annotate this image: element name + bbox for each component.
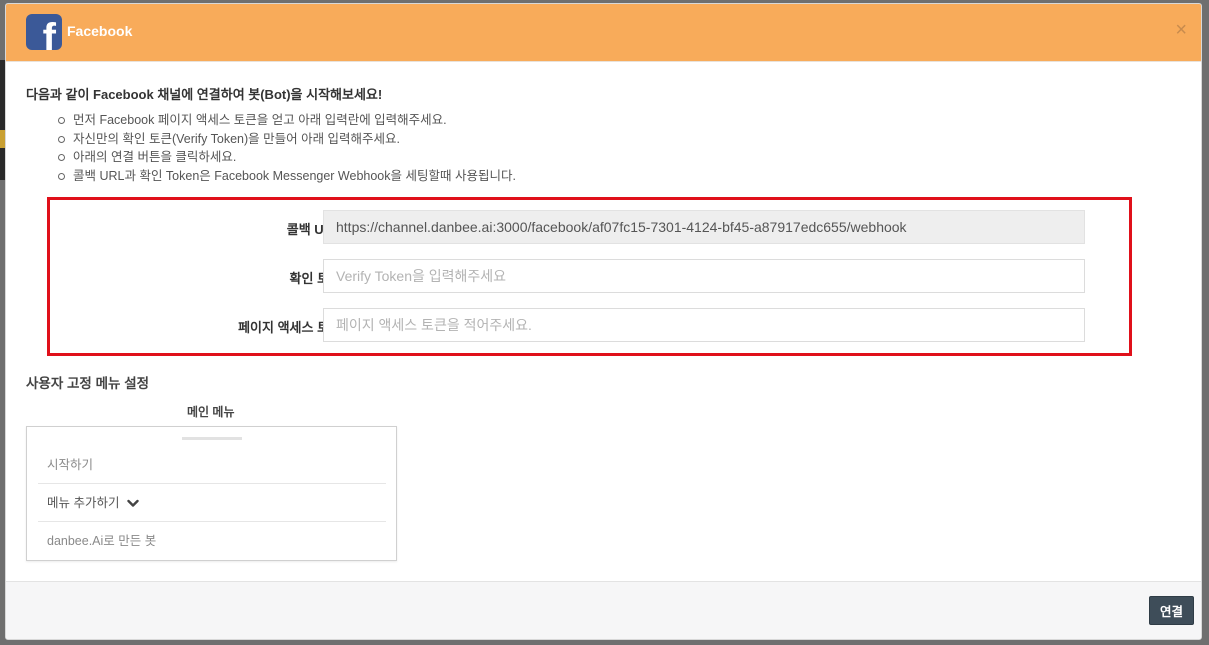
access-token-row: 페이지 액세스 토큰 xyxy=(50,308,1129,342)
modal-body: 다음과 같이 Facebook 채널에 연결하여 봇(Bot)을 시작해보세요!… xyxy=(6,62,1201,582)
verify-token-input[interactable] xyxy=(323,259,1085,293)
facebook-logo-letter: f xyxy=(42,16,56,50)
intro-item: 콜백 URL과 확인 Token은 Facebook Messenger Web… xyxy=(58,167,1181,186)
modal-footer: 연결 xyxy=(6,581,1201,639)
menu-item-label: 메뉴 추가하기 xyxy=(47,496,120,510)
intro-item: 자신만의 확인 토큰(Verify Token)을 만들어 아래 입력해주세요. xyxy=(58,130,1181,149)
chevron-down-icon[interactable] xyxy=(127,499,139,508)
connect-button[interactable]: 연결 xyxy=(1149,596,1194,625)
intro-item: 아래의 연결 버튼을 클릭하세요. xyxy=(58,148,1181,167)
persistent-menu-title: 사용자 고정 메뉴 설정 xyxy=(26,376,150,391)
menu-item-start[interactable]: 시작하기 xyxy=(38,446,386,484)
intro-list: 먼저 Facebook 페이지 액세스 토큰을 얻고 아래 입력란에 입력해주세… xyxy=(58,111,1181,186)
facebook-channel-modal: f Facebook × 다음과 같이 Facebook 채널에 연결하여 봇(… xyxy=(5,3,1202,640)
modal-title: Facebook xyxy=(67,23,133,39)
intro-title: 다음과 같이 Facebook 채널에 연결하여 봇(Bot)을 시작해보세요! xyxy=(26,87,383,102)
menu-item-danbee[interactable]: danbee.Ai로 만든 봇 xyxy=(38,522,386,560)
facebook-logo-icon: f xyxy=(26,14,62,50)
close-icon[interactable]: × xyxy=(1175,20,1187,40)
modal-header: f Facebook × xyxy=(6,4,1201,62)
token-form-highlight: 콜백 URL 확인 토큰 페이지 액세스 토큰 xyxy=(47,197,1132,356)
main-menu-box: 시작하기 메뉴 추가하기 danbee.Ai로 만든 봇 xyxy=(26,426,397,561)
access-token-input[interactable] xyxy=(323,308,1085,342)
main-menu-title: 메인 메뉴 xyxy=(187,405,235,419)
menu-item-add[interactable]: 메뉴 추가하기 xyxy=(38,484,386,522)
menu-item-label: 시작하기 xyxy=(47,458,94,472)
menu-item-label: danbee.Ai로 만든 봇 xyxy=(47,534,157,548)
callback-url-row: 콜백 URL xyxy=(50,210,1129,244)
menu-drag-handle[interactable] xyxy=(182,437,242,440)
verify-token-row: 확인 토큰 xyxy=(50,259,1129,293)
intro-item: 먼저 Facebook 페이지 액세스 토큰을 얻고 아래 입력란에 입력해주세… xyxy=(58,111,1181,130)
callback-url-field[interactable] xyxy=(323,210,1085,244)
